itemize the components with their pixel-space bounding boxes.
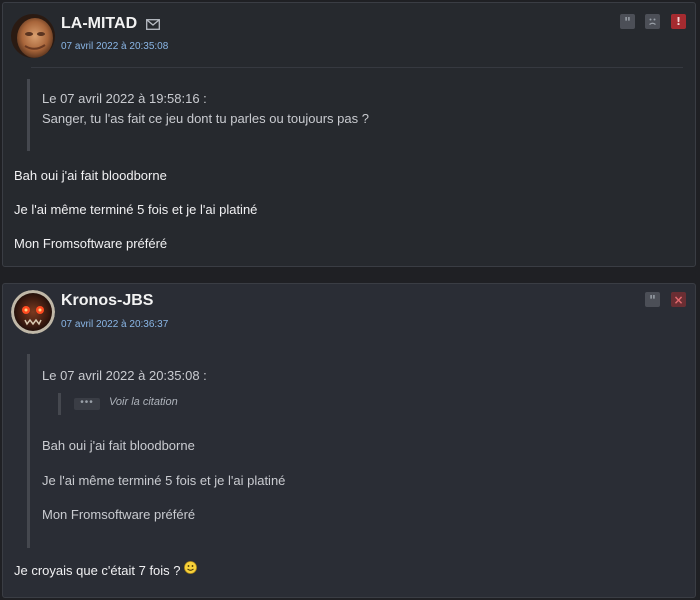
unhappy-button[interactable] xyxy=(645,14,660,29)
quote-text: Sanger, tu l'as fait ce jeu dont tu parl… xyxy=(42,111,369,126)
quote-block: Le 07 avril 2022 à 20:35:08 : ••• Voir l… xyxy=(27,354,285,548)
mail-icon[interactable] xyxy=(146,19,160,30)
header-divider xyxy=(31,67,683,68)
message-line: Mon Fromsoftware préféré xyxy=(14,236,168,251)
avatar[interactable] xyxy=(11,290,55,334)
delete-button[interactable]: × xyxy=(671,292,686,307)
smiley-icon xyxy=(184,561,197,574)
post-date[interactable]: 07 avril 2022 à 20:36:37 xyxy=(61,319,168,330)
close-icon: × xyxy=(673,292,684,307)
quote-line: Je l'ai même terminé 5 fois et je l'ai p… xyxy=(42,473,286,488)
view-quote-link[interactable]: Voir la citation xyxy=(109,396,178,408)
quote-header: Le 07 avril 2022 à 20:35:08 : xyxy=(42,368,207,383)
alert-icon: ! xyxy=(675,15,682,28)
message-line: Je croyais que c'était 7 fois ? xyxy=(14,563,181,578)
quote-line: Mon Fromsoftware préféré xyxy=(42,507,196,522)
avatar-image xyxy=(11,290,55,334)
quote-button[interactable]: " xyxy=(620,14,635,31)
nested-quote-bar xyxy=(58,393,61,415)
quote-block: Le 07 avril 2022 à 19:58:16 : Sanger, tu… xyxy=(27,79,369,151)
post-2: Kronos-JBS 07 avril 2022 à 20:36:37 " × … xyxy=(2,283,696,598)
quote-icon: " xyxy=(624,16,631,31)
quote-line: Bah oui j'ai fait bloodborne xyxy=(42,438,195,453)
post-date[interactable]: 07 avril 2022 à 20:35:08 xyxy=(61,41,168,52)
quote-header: Le 07 avril 2022 à 19:58:16 : xyxy=(42,91,207,106)
sad-face-icon xyxy=(649,18,656,25)
post-1: LA-MITAD 07 avril 2022 à 20:35:08 " ! Le… xyxy=(2,2,696,267)
quote-icon: " xyxy=(649,294,656,309)
avatar[interactable] xyxy=(11,14,55,58)
report-button[interactable]: ! xyxy=(671,14,686,29)
message-line: Je l'ai même terminé 5 fois et je l'ai p… xyxy=(14,202,258,217)
username[interactable]: Kronos-JBS xyxy=(61,292,153,310)
quote-button[interactable]: " xyxy=(645,292,660,309)
username[interactable]: LA-MITAD xyxy=(61,15,137,33)
message-line: Bah oui j'ai fait bloodborne xyxy=(14,168,167,183)
avatar-image xyxy=(11,14,55,58)
more-dots-icon[interactable]: ••• xyxy=(74,398,100,410)
